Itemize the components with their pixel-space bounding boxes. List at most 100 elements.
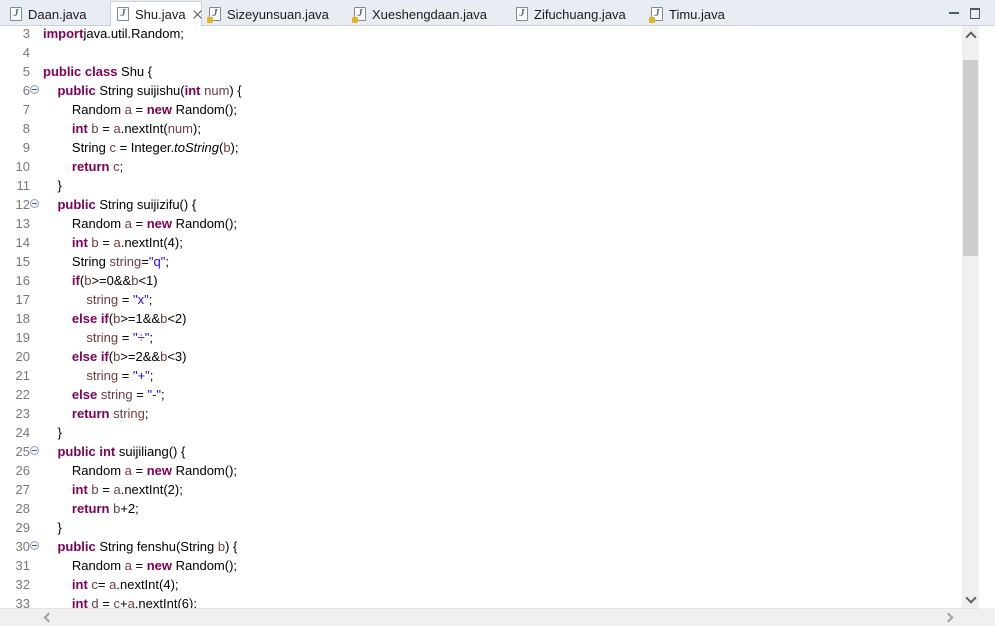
keyword-token: else if [71,349,109,364]
code-text: public String fenshu(String b) { [43,537,237,556]
scroll-up-arrow-icon[interactable] [966,30,975,39]
code-line[interactable]: 8 int b = a.nextInt(num); [0,119,962,138]
code-line[interactable]: 6 public String suijishu(int num) { [0,81,962,100]
code-line[interactable]: 27 int b = a.nextInt(2); [0,480,962,499]
code-line[interactable]: 29 } [0,518,962,537]
editor-right-margin [979,26,995,608]
variable-token: string [109,254,142,269]
maximize-icon[interactable] [967,5,983,21]
code-token: ; [149,368,154,383]
code-token: ) { [225,539,238,554]
line-number: 25 [15,444,30,459]
code-line[interactable]: 7 Random a = new Random(); [0,100,962,119]
code-editor[interactable]: 3 importjava.util.Random; 4 5 public class S… [0,26,962,608]
code-line[interactable]: 24 } [0,423,962,442]
fold-collapse-icon[interactable] [30,541,39,550]
line-number: 19 [15,330,30,345]
code-line[interactable]: 31 Random a = new Random(); [0,556,962,575]
code-line[interactable]: 26 Random a = new Random(); [0,461,962,480]
code-line[interactable]: 12 public String suijizifu() { [0,195,962,214]
code-line[interactable]: 18 else if(b>=1&&b<2) [0,309,962,328]
fold-collapse-icon[interactable] [30,446,39,455]
code-line[interactable]: 19 string = "÷"; [0,328,962,347]
code-token: <3) [167,349,187,364]
code-token: +2; [120,501,139,516]
tab-zifuchuang[interactable]: Zifuchuang.java [510,2,643,26]
variable-token: a [124,558,132,573]
code-line[interactable]: 32 int c= a.nextInt(4); [0,575,962,594]
keyword-token: public [57,83,96,98]
code-line[interactable]: 16 if(b>=0&&b<1) [0,271,962,290]
code-token: = [131,463,147,478]
code-token: Random [43,216,125,231]
code-line[interactable]: 28 return b+2; [0,499,962,518]
code-token: java.util.Random; [83,26,184,41]
code-text: public String suijishu(int num) { [43,81,241,100]
tab-xueshengdaan[interactable]: Xueshengdaan.java [348,2,508,26]
code-line[interactable]: 10 return c; [0,157,962,176]
tab-daan[interactable]: Daan.java [4,2,108,26]
code-line[interactable]: 33 int d = c+a.nextInt(6); [0,594,962,608]
code-token: Shu { [117,64,153,79]
tab-label: Xueshengdaan.java [372,6,487,22]
keyword-token: new [146,216,173,231]
code-line[interactable]: 14 int b = a.nextInt(4); [0,233,962,252]
scroll-down-arrow-icon[interactable] [966,595,975,604]
code-line[interactable]: 3 importjava.util.Random; [0,26,962,43]
code-line[interactable]: 21 string = "+"; [0,366,962,385]
scroll-left-arrow-icon[interactable] [42,613,51,622]
code-token: ; [119,159,124,174]
keyword-token: else if [71,311,109,326]
variable-token: string [86,368,119,383]
line-number: 31 [15,558,30,573]
code-token: = [118,292,133,307]
code-token: String [43,254,110,269]
code-token: } [43,520,62,535]
scrollbar-corner [979,608,995,626]
keyword-token: return [71,406,110,421]
code-line[interactable]: 22 else string = "-"; [0,385,962,404]
code-token: = Integer. [115,140,175,155]
code-line[interactable]: 20 else if(b>=2&&b<3) [0,347,962,366]
code-text: int b = a.nextInt(num); [43,119,201,138]
line-number: 26 [15,463,30,478]
close-icon[interactable] [192,9,203,20]
code-line[interactable]: 30 public String fenshu(String b) { [0,537,962,556]
variable-token: a [124,463,132,478]
code-token: toString [174,140,219,155]
code-line[interactable]: 9 String c = Integer.toString(b); [0,138,962,157]
line-number: 21 [15,368,30,383]
code-token: ; [165,254,169,269]
code-line[interactable]: 23 return string; [0,404,962,423]
minimize-icon[interactable] [946,5,962,21]
code-line[interactable]: 11 } [0,176,962,195]
code-line[interactable]: 13 Random a = new Random(); [0,214,962,233]
code-token: ; [161,387,165,402]
code-line[interactable]: 5 public class Shu { [0,62,962,81]
tab-sizeyunsuan[interactable]: Sizeyunsuan.java [203,2,346,26]
fold-collapse-icon[interactable] [30,199,39,208]
code-line[interactable]: 17 string = "x"; [0,290,962,309]
variable-token: a [113,482,121,497]
code-line[interactable]: 4 [0,43,962,62]
code-token: = [118,330,133,345]
fold-collapse-icon[interactable] [30,85,39,94]
horizontal-scrollbar[interactable] [0,608,979,626]
vertical-scrollbar[interactable] [962,26,979,608]
line-number: 20 [15,349,30,364]
code-token: ); [230,140,239,155]
scroll-right-arrow-icon[interactable] [945,613,954,622]
variable-token: b [223,140,231,155]
code-line[interactable]: 15 String string="q"; [0,252,962,271]
code-token: String fenshu(String [95,539,218,554]
code-text: int d = c+a.nextInt(6); [43,594,197,608]
code-text: Random a = new Random(); [43,461,237,480]
line-number: 28 [15,501,30,516]
tab-timu[interactable]: Timu.java [645,2,745,26]
tab-shu[interactable]: Shu.java [110,1,202,26]
code-line[interactable]: 25 public int suijiliang() { [0,442,962,461]
vertical-scrollbar-thumb[interactable] [963,60,978,256]
